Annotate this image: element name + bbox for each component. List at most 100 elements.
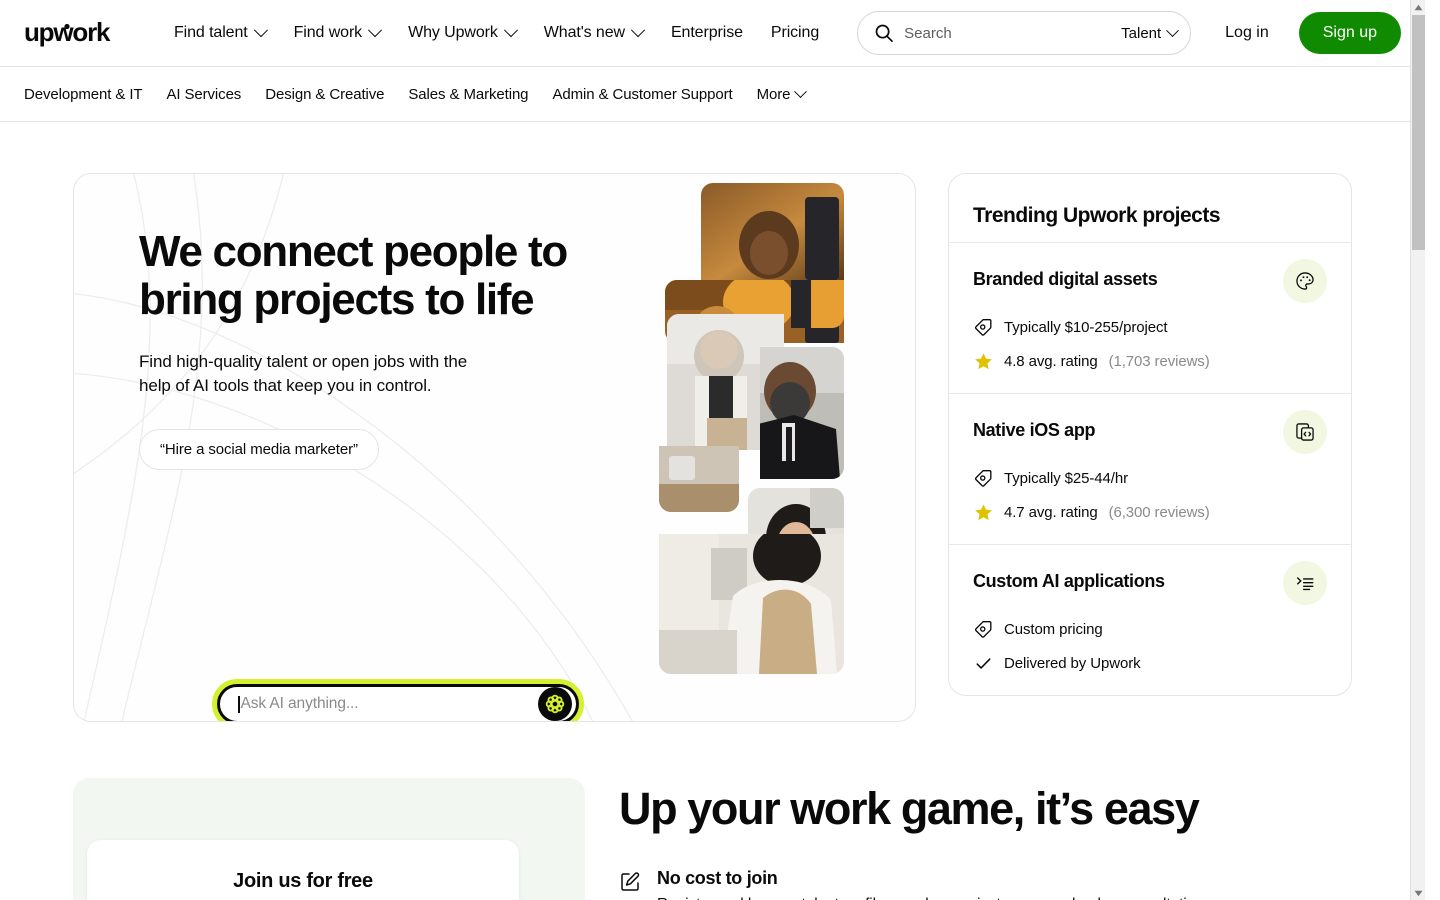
text-cursor [238,695,240,713]
login-link[interactable]: Log in [1207,14,1287,52]
ai-input-placeholder: Ask AI anything... [240,695,359,712]
work-game-copy: Up your work game, it’s easy No cost to … [619,778,1352,900]
project-header: Native iOS app [973,410,1327,454]
terminal-list-icon [1283,561,1327,605]
subnav-label: Sales & Marketing [408,85,529,103]
price-tag-icon [973,468,993,488]
subnav-item-design-creative[interactable]: Design & Creative [253,78,396,111]
join-card-title: Join us for free [233,870,373,892]
nav-label: Enterprise [670,24,743,41]
ai-input[interactable]: Ask AI anything... [217,684,579,721]
top-header: upwork Find talent Find work Why Upwork … [0,0,1425,66]
trending-panel-title: Trending Upwork projects [973,204,1221,227]
subnav-item-more[interactable]: More [745,78,818,111]
nav-item-pricing[interactable]: Pricing [757,16,833,50]
price-tag-icon [973,317,993,337]
svg-text:upwork: upwork [24,18,111,47]
section-heading: Up your work game, it’s easy [619,783,1200,834]
hero-card: We connect people to bring projects to l… [73,173,916,722]
page-root: upwork Find talent Find work Why Upwork … [0,0,1425,900]
nav-label: What's new [543,24,625,41]
project-rating: 4.8 avg. rating [1004,352,1098,370]
page-title: We connect people to bring projects to l… [139,227,568,325]
trending-project-branded-digital-assets[interactable]: Branded digital assets Typically $10-255… [949,242,1351,393]
project-name: Branded digital assets [973,269,1158,289]
project-rating: 4.7 avg. rating [1004,503,1098,521]
scrollbar-thumb[interactable] [1412,15,1425,250]
join-us-card: Join us for free [73,778,585,900]
chevron-down-icon [794,84,808,98]
header-right-controls: Talent Log in Sign up [857,11,1401,55]
nav-label: Why Upwork [408,24,498,41]
project-delivery-row: Delivered by Upwork [973,653,1327,673]
join-us-inner-card: Join us for free [87,840,519,900]
project-header: Custom AI applications [973,561,1327,605]
main-nav: Find talent Find work Why Upwork What's … [160,16,833,50]
benefit-description: Register and browse talent profiles, exp… [657,896,1208,900]
trending-project-native-ios-app[interactable]: Native iOS app Typically $25-44/hr 4.7 a… [949,393,1351,544]
nav-item-why-upwork[interactable]: Why Upwork [394,16,530,50]
check-icon [973,653,993,673]
hero-section: We connect people to bring projects to l… [0,122,1425,722]
star-icon [973,502,993,522]
subnav-label: Design & Creative [265,85,385,103]
chevron-down-icon [630,23,646,38]
price-tag-icon [973,619,993,639]
ai-sparkle-icon[interactable] [538,687,572,721]
subnav-item-sales-marketing[interactable]: Sales & Marketing [396,78,540,111]
benefit-title: No cost to join [657,867,778,888]
project-name: Native iOS app [973,420,1096,440]
search-box[interactable]: Talent [857,11,1192,55]
trending-project-custom-ai-applications[interactable]: Custom AI applications Custom pricing De… [949,544,1351,695]
edit-square-icon [619,871,641,893]
nav-label: Pricing [770,24,820,41]
subnav-label: Development & IT [24,85,143,103]
palette-icon [1283,259,1327,303]
subnav-item-ai-services[interactable]: AI Services [154,78,253,111]
project-delivery: Delivered by Upwork [1004,654,1141,672]
subnav-item-admin-customer-support[interactable]: Admin & Customer Support [540,78,744,111]
project-price: Typically $10-255/project [1004,318,1168,336]
project-price: Typically $25-44/hr [1004,469,1128,487]
nav-label: Find talent [174,24,248,41]
chevron-down-icon [253,23,268,38]
subnav-label: More [756,85,791,103]
photo-man-suit [760,347,844,479]
project-header: Branded digital assets [973,259,1327,303]
project-name: Custom AI applications [973,571,1165,591]
nav-item-whats-new[interactable]: What's new [530,16,657,50]
photo-woman-laptop-lower [659,534,844,674]
chevron-down-icon [1166,23,1180,37]
work-game-section: Join us for free Up your work game, it’s… [0,722,1425,900]
benefit-text: No cost to join Register and browse tale… [657,868,1208,900]
triangle-down-icon[interactable] [1411,886,1425,900]
subnav-item-development-it[interactable]: Development & IT [24,78,154,111]
signup-button[interactable]: Sign up [1298,12,1401,54]
project-reviews: (1,703 reviews) [1108,352,1210,370]
project-price: Custom pricing [1004,620,1103,638]
upwork-logo[interactable]: upwork [24,16,130,50]
search-icon [874,23,894,43]
search-scope-dropdown[interactable]: Talent [1121,23,1189,42]
hero-photo-collage [655,174,915,721]
photo-two-colleagues-lower [659,446,739,512]
nav-item-find-work[interactable]: Find work [280,16,394,50]
project-reviews: (6,300 reviews) [1108,503,1210,521]
nav-item-find-talent[interactable]: Find talent [160,16,280,50]
project-price-row: Typically $25-44/hr [973,468,1327,488]
hero-copy: We connect people to bring projects to l… [74,174,694,471]
project-price-row: Custom pricing [973,619,1327,639]
category-subnav: Development & IT AI Services Design & Cr… [0,66,1425,122]
suggestion-pill[interactable]: “Hire a social media marketer” [139,429,379,471]
trending-projects-panel: Trending Upwork projects Branded digital… [948,173,1352,696]
nav-item-enterprise[interactable]: Enterprise [657,16,757,50]
photo-woman-tablet-right [791,280,844,328]
hero-subtitle: Find high-quality talent or open jobs wi… [139,351,468,396]
search-input[interactable] [904,24,1104,42]
benefit-no-cost-to-join: No cost to join Register and browse tale… [619,868,1352,900]
triangle-up-icon[interactable] [1411,0,1425,14]
page-scrollbar[interactable] [1410,0,1425,900]
ai-input-focus-ring: Ask AI anything... [212,679,584,721]
nav-label: Find work [293,24,363,41]
chevron-down-icon [503,23,518,38]
